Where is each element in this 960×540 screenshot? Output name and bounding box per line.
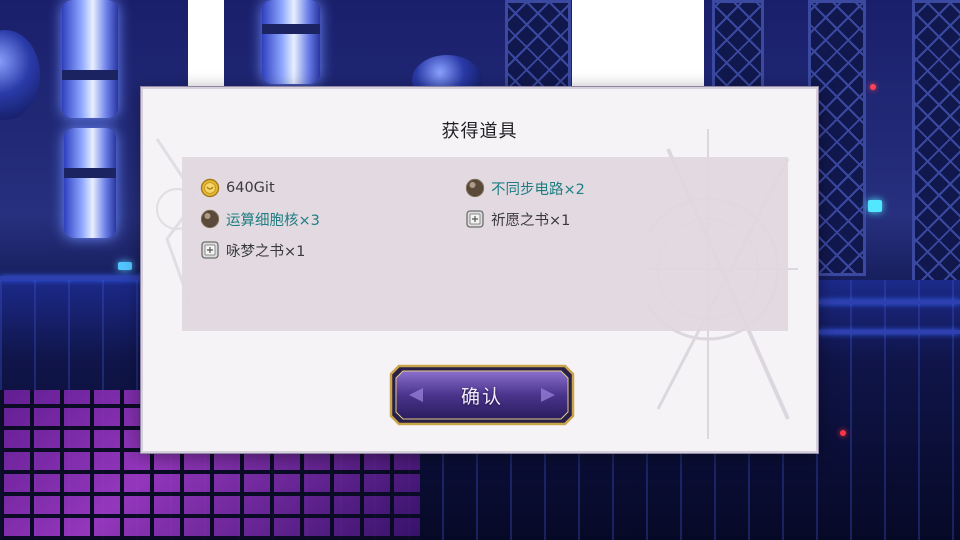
reward-item-dream-book: 咏梦之书×1 [200, 238, 305, 262]
background-light [868, 200, 882, 212]
reward-dialog: 获得道具 640Git 不同步电路×2 运算细胞核×3 祈愿之书×1 咏梦之书×… [141, 87, 818, 453]
reward-item-label: 咏梦之书×1 [226, 243, 306, 260]
background-rail [818, 330, 960, 334]
dark-orb-icon [465, 178, 485, 198]
background-girder [505, 0, 571, 98]
background-light [118, 262, 132, 270]
reward-item-label: 不同步电路×2 [491, 181, 585, 198]
reward-item-label: 祈愿之书×1 [491, 212, 571, 229]
background-rail [0, 276, 142, 280]
reward-item-git: 640Git [200, 176, 275, 200]
confirm-button-label: 确认 [460, 386, 503, 408]
background-orb [0, 30, 40, 120]
background-girder [712, 0, 764, 98]
gold-coin-icon [200, 178, 220, 198]
reward-item-label: 640Git [226, 180, 275, 196]
book-icon [201, 241, 219, 259]
background-tube [262, 0, 320, 84]
reward-item-async-circuit: 不同步电路×2 [465, 176, 585, 200]
background-girder [912, 0, 960, 286]
background-window [572, 0, 704, 92]
background-light [870, 84, 876, 90]
background-light [840, 430, 846, 436]
dialog-title: 获得道具 [441, 121, 518, 142]
reward-item-list: 640Git 不同步电路×2 运算细胞核×3 祈愿之书×1 咏梦之书×1 [182, 157, 788, 331]
reward-item-label: 运算细胞核×3 [226, 212, 320, 229]
reward-item-wish-book: 祈愿之书×1 [465, 207, 570, 231]
background-rail [818, 300, 960, 304]
background-tube [64, 128, 116, 238]
background-tube [62, 0, 118, 118]
reward-item-compute-nucleus: 运算细胞核×3 [200, 207, 320, 231]
dark-orb-icon [200, 209, 220, 229]
book-icon [466, 210, 484, 228]
confirm-button[interactable]: 确认 [389, 364, 575, 426]
background-window [188, 0, 224, 92]
